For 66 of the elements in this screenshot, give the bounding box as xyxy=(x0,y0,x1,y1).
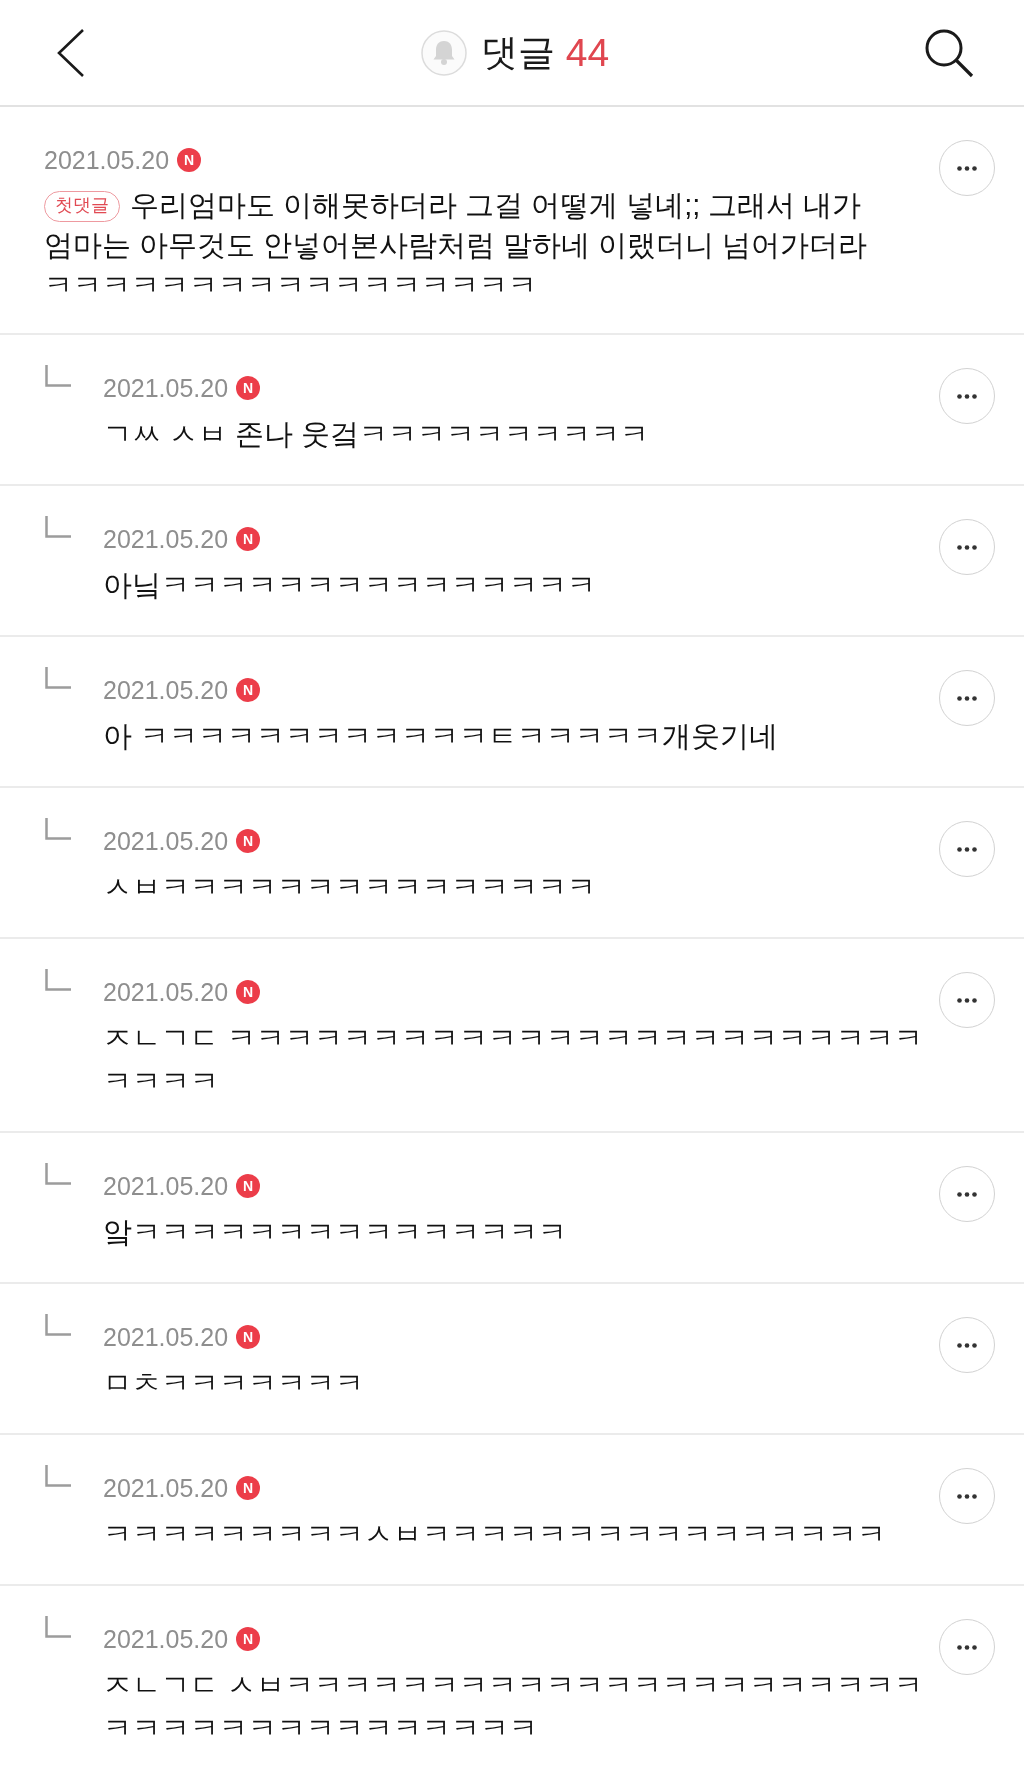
new-badge: N xyxy=(236,1627,261,1651)
back-icon[interactable] xyxy=(56,27,86,78)
comment-date: 2021.05.20 xyxy=(103,1475,229,1501)
comment-date: 2021.05.20 xyxy=(103,828,229,854)
comment-count: 44 xyxy=(565,33,610,72)
comment-text: ㄱㅆ ㅅㅂ 존나 웃겈ㅋㅋㅋㅋㅋㅋㅋㅋㅋㅋ xyxy=(103,417,651,452)
search-icon[interactable] xyxy=(924,27,974,78)
more-button[interactable] xyxy=(939,670,995,726)
new-badge: N xyxy=(236,1325,261,1349)
comment-text: 우리엄마도 이해못하더라 그걸 어떻게 넣녜;; 그래서 내가 xyxy=(130,189,862,221)
comment-text: ㅋㅋㅋㅋㅋㅋㅋㅋㅋㅅㅂㅋㅋㅋㅋㅋㅋㅋㅋㅋㅋㅋㅋㅋㅋㅋㅋ xyxy=(103,1517,887,1552)
more-icon xyxy=(957,1644,977,1650)
more-button[interactable] xyxy=(939,140,995,196)
reply-indent-icon xyxy=(45,969,71,991)
more-button[interactable] xyxy=(939,519,995,575)
comment-text: ㅁㅊㅋㅋㅋㅋㅋㅋㅋ xyxy=(103,1366,365,1401)
reply-indent-icon xyxy=(45,1314,71,1336)
title-text: 댓글 xyxy=(480,34,555,71)
more-button[interactable] xyxy=(939,1317,995,1373)
bell-icon[interactable] xyxy=(420,29,467,76)
comment-date: 2021.05.20 xyxy=(103,979,229,1005)
comment-date: 2021.05.20 xyxy=(103,526,229,552)
comment-text: ㅋㅋㅋㅋㅋㅋㅋㅋㅋㅋㅋㅋㅋㅋㅋㅋㅋ xyxy=(44,269,537,301)
new-badge: N xyxy=(177,148,202,172)
comment-date: 2021.05.20 xyxy=(103,677,229,703)
new-badge: N xyxy=(236,829,261,853)
comment-text: 아 ㅋㅋㅋㅋㅋㅋㅋㅋㅋㅋㅋㅋㅌㅋㅋㅋㅋㅋ개웃기네 xyxy=(103,719,780,754)
more-icon xyxy=(957,1342,977,1348)
more-icon xyxy=(957,1493,977,1499)
new-badge: N xyxy=(236,527,261,551)
new-badge: N xyxy=(236,376,261,400)
comment-date: 2021.05.20 xyxy=(103,1173,229,1199)
more-icon xyxy=(957,1191,977,1197)
more-button[interactable] xyxy=(939,821,995,877)
comment-text: ㅈㄴㄱㄷ ㅋㅋㅋㅋㅋㅋㅋㅋㅋㅋㅋㅋㅋㅋㅋㅋㅋㅋㅋㅋㅋㅋㅋㅋㅋㅋㅋㅋ xyxy=(103,1021,925,1099)
comment-date: 2021.05.20 xyxy=(103,1324,229,1350)
more-icon xyxy=(957,997,977,1003)
new-badge: N xyxy=(236,980,261,1004)
reply-indent-icon xyxy=(45,1163,71,1185)
more-icon xyxy=(957,695,977,701)
comment-date: 2021.05.20 xyxy=(103,1626,229,1652)
more-button[interactable] xyxy=(939,1166,995,1222)
reply-indent-icon xyxy=(45,667,71,689)
more-button[interactable] xyxy=(939,1468,995,1524)
new-badge: N xyxy=(236,1476,261,1500)
more-button[interactable] xyxy=(939,368,995,424)
more-icon xyxy=(957,165,977,171)
reply-indent-icon xyxy=(45,1465,71,1487)
comment-text: 아닠ㅋㅋㅋㅋㅋㅋㅋㅋㅋㅋㅋㅋㅋㅋㅋ xyxy=(103,568,597,603)
reply-indent-icon xyxy=(45,365,71,387)
comment-text: ㅈㄴㄱㄷ ㅅㅂㅋㅋㅋㅋㅋㅋㅋㅋㅋㅋㅋㅋㅋㅋㅋㅋㅋㅋㅋㅋㅋㅋㅋㅋㅋㅋㅋㅋㅋㅋㅋㅋㅋㅋㅋㅋㅋ xyxy=(103,1668,925,1746)
comment-text: ㅅㅂㅋㅋㅋㅋㅋㅋㅋㅋㅋㅋㅋㅋㅋㅋㅋ xyxy=(103,870,597,905)
reply-indent-icon xyxy=(45,1616,71,1638)
reply-indent-icon xyxy=(45,516,71,538)
comment-text: 앜ㅋㅋㅋㅋㅋㅋㅋㅋㅋㅋㅋㅋㅋㅋㅋ xyxy=(103,1215,568,1250)
new-badge: N xyxy=(236,1174,261,1198)
more-button[interactable] xyxy=(939,972,995,1028)
more-button[interactable] xyxy=(939,1619,995,1675)
more-icon xyxy=(957,393,977,399)
more-icon xyxy=(957,846,977,852)
comment-date: 2021.05.20 xyxy=(103,375,229,401)
more-icon xyxy=(957,544,977,550)
comment-date: 2021.05.20 xyxy=(44,147,170,173)
comment-text: 엄마는 아무것도 안넣어본사람처럼 말하네 이랬더니 넘어가더라 xyxy=(44,229,868,261)
new-badge: N xyxy=(236,678,261,702)
reply-indent-icon xyxy=(45,818,71,840)
